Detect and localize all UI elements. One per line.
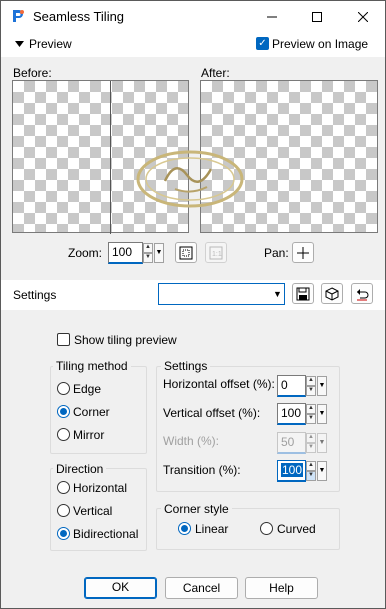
width-spinner[interactable]: ▲ ▼ [306,433,316,453]
radio-horizontal[interactable] [57,481,70,494]
vertical-offset-dropdown[interactable]: ▼ [317,404,327,424]
tile-seam-line [110,81,111,234]
radio-mirror[interactable] [57,428,70,441]
radio-bidirectional[interactable] [57,527,70,540]
corner-style-title: Corner style [161,502,232,516]
preset-combobox[interactable] [158,283,272,305]
minimize-button[interactable] [249,1,295,32]
preview-on-image-label: Preview on Image [272,37,369,51]
before-label: Before: [13,66,52,80]
radio-curved[interactable] [260,522,273,535]
width-label: Width (%): [163,434,220,448]
maximize-icon [312,11,322,22]
radio-curved-label: Curved [277,522,316,536]
zoom-fit-button[interactable] [175,242,197,263]
maximize-button[interactable] [294,1,340,32]
horizontal-offset-label: Horizontal offset (%): [163,377,275,391]
reset-button[interactable] [351,283,373,304]
radio-corner[interactable] [57,405,70,418]
direction-title: Direction [53,462,107,476]
radio-linear[interactable] [178,522,191,535]
width-input[interactable]: 50 [277,432,306,454]
transition-label: Transition (%): [163,463,241,477]
zoom-input[interactable]: 100 [108,242,143,264]
radio-horizontal-label: Horizontal [73,481,128,495]
radio-vertical-label: Vertical [73,504,113,518]
after-label: After: [201,66,230,80]
vertical-offset-spinner[interactable]: ▲ ▼ [306,404,316,424]
radio-mirror-label: Mirror [73,428,105,442]
reset-icon [357,288,369,300]
actual-size-button[interactable]: 1:1 [205,242,227,263]
settings-bar-label: Settings [13,288,57,302]
radio-edge-label: Edge [73,382,102,396]
vertical-offset-label: Vertical offset (%): [163,406,261,420]
close-button[interactable] [340,1,386,32]
ok-button[interactable]: OK [84,577,157,599]
pan-button[interactable] [292,242,314,263]
zoom-dropdown-arrow[interactable]: ▼ [154,243,164,263]
pan-label: Pan: [264,246,289,260]
svg-text:1:1: 1:1 [212,251,222,258]
horizontal-offset-input[interactable]: 0 [277,375,306,397]
preview-on-image-checkbox[interactable]: ✓ [256,37,269,50]
zoom-spinner[interactable]: ▲ ▼ [143,243,153,263]
radio-corner-label: Corner [73,405,110,419]
show-tiling-preview-checkbox[interactable] [57,333,70,346]
horizontal-offset-spinner[interactable]: ▲ ▼ [306,376,316,396]
fit-to-window-icon [179,246,193,259]
zoom-label: Zoom: [68,246,103,260]
transition-value: 100 [281,463,304,477]
horizontal-offset-dropdown[interactable]: ▼ [317,376,327,396]
randomize-button[interactable] [321,283,343,304]
cancel-button[interactable]: Cancel [165,577,238,599]
help-button[interactable]: Help [245,577,318,599]
collapse-arrow-icon[interactable] [15,41,24,47]
transition-spinner[interactable]: ▲ ▼ [306,461,316,481]
window-title: Seamless Tiling [33,9,125,24]
move-cross-icon [297,246,309,259]
save-preset-button[interactable] [292,283,314,304]
transition-dropdown[interactable]: ▼ [317,461,327,481]
minimize-icon [267,16,277,17]
radio-edge[interactable] [57,382,70,395]
preview-section-label: Preview [29,37,72,51]
radio-vertical[interactable] [57,504,70,517]
tiling-method-title: Tiling method [53,359,131,373]
radio-linear-label: Linear [195,522,229,536]
settings-group-title: Settings [161,359,211,373]
app-icon [13,10,24,22]
close-icon [358,11,368,22]
radio-bidirectional-label: Bidirectional [73,527,139,541]
transition-input[interactable]: 100 [277,460,306,482]
show-tiling-preview-label: Show tiling preview [74,333,177,347]
save-icon [296,287,310,300]
vertical-offset-input[interactable]: 100 [277,403,306,425]
watermark-seal [136,150,244,208]
title-bar: Seamless Tiling [1,1,385,32]
dialog-window: Seamless Tiling Preview ✓ Preview on Ima… [0,0,386,609]
actual-size-icon: 1:1 [209,246,223,259]
width-dropdown[interactable]: ▼ [317,433,327,453]
dice-icon [325,286,339,301]
preset-dropdown-arrow[interactable]: ▼ [271,283,285,305]
